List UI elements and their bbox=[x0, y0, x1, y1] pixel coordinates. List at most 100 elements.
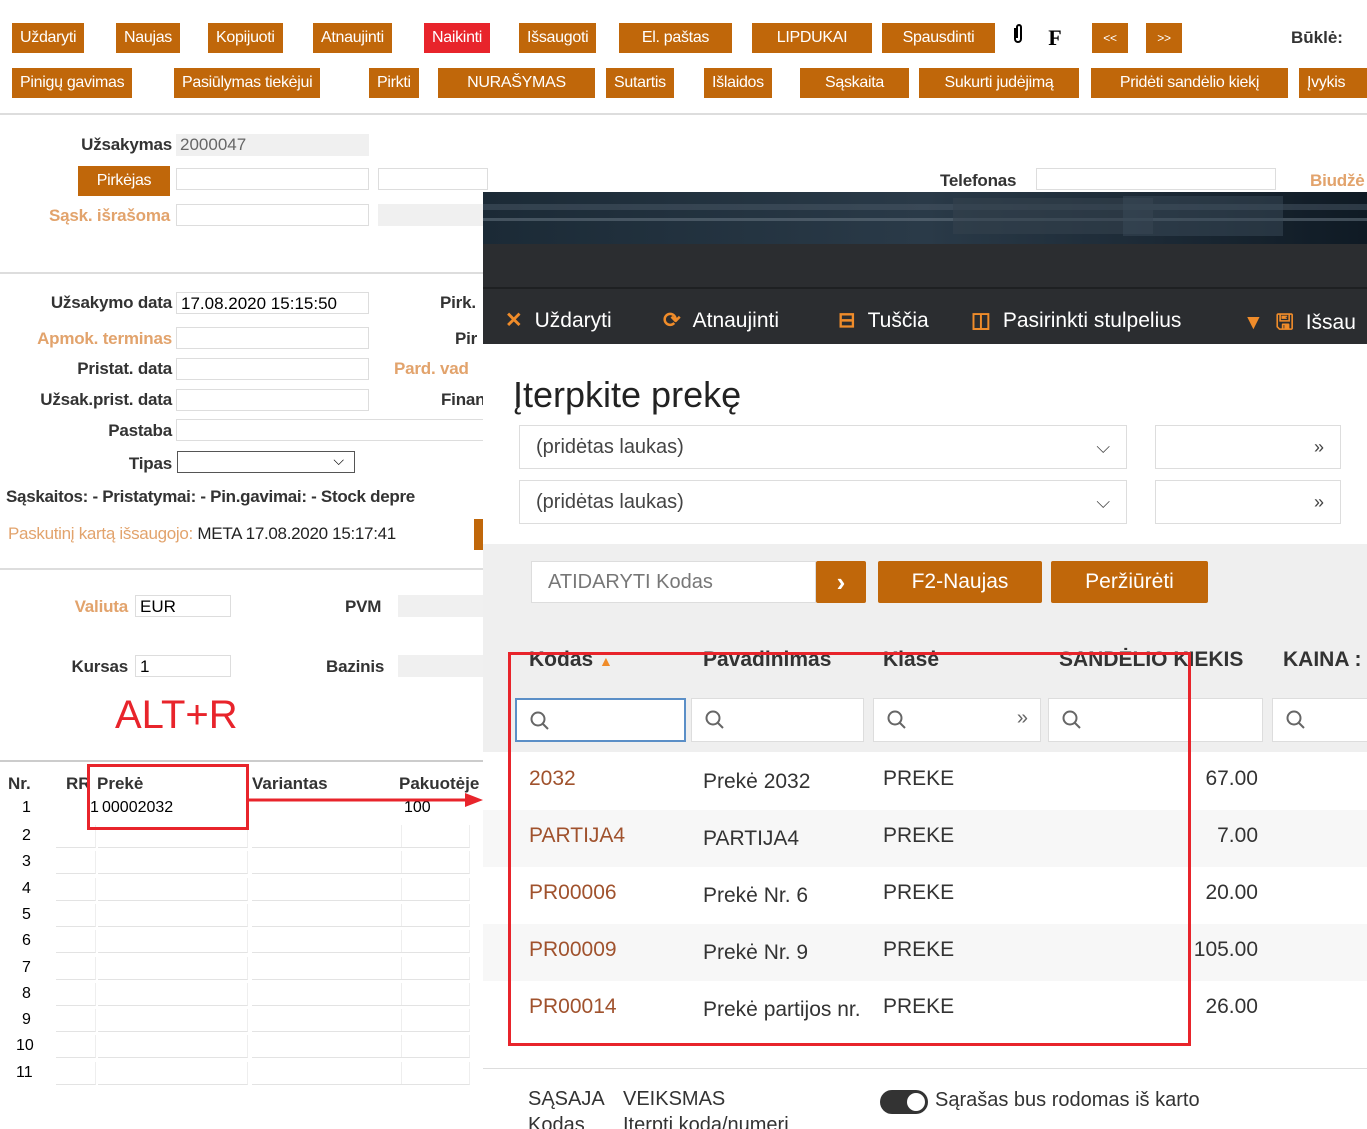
table-row[interactable]: 5 bbox=[6, 903, 470, 928]
grid-cell[interactable] bbox=[98, 903, 248, 927]
grid-cell[interactable] bbox=[400, 956, 470, 980]
file-icon[interactable]: F bbox=[1040, 23, 1070, 53]
order-delivery-date-input[interactable] bbox=[176, 389, 369, 411]
create-movement-button[interactable]: Sukurti judėjimą bbox=[919, 68, 1079, 98]
table-row[interactable]: 10 bbox=[6, 1035, 470, 1059]
rate-input[interactable]: 1 bbox=[135, 655, 231, 677]
grid-cell[interactable] bbox=[400, 982, 470, 1006]
type-select[interactable]: ⌵ bbox=[177, 451, 355, 473]
payment-terms-input[interactable] bbox=[176, 327, 369, 349]
copy-button[interactable]: Kopijuoti bbox=[208, 23, 283, 53]
grid-cell[interactable] bbox=[252, 851, 402, 875]
invoice-button[interactable]: Sąskaita bbox=[800, 68, 909, 98]
grid-cell[interactable] bbox=[252, 877, 402, 901]
paperclip-icon[interactable] bbox=[1003, 23, 1033, 53]
grid-cell[interactable] bbox=[252, 930, 402, 954]
grid-cell[interactable] bbox=[98, 982, 248, 1006]
buyer-name-input[interactable] bbox=[378, 168, 488, 190]
event-button[interactable]: Įvykis bbox=[1299, 68, 1367, 98]
grid-cell[interactable] bbox=[400, 851, 470, 875]
grid-cell[interactable] bbox=[400, 930, 470, 954]
edge-button[interactable] bbox=[474, 519, 483, 550]
added-field-select-2[interactable]: (pridėtas laukas) ⌵ bbox=[519, 480, 1127, 524]
grid-cell[interactable] bbox=[400, 1035, 470, 1059]
contract-button[interactable]: Sutartis bbox=[606, 68, 674, 98]
grid-cell[interactable] bbox=[56, 851, 96, 875]
email-button[interactable]: El. paštas bbox=[619, 23, 732, 53]
grid-cell[interactable] bbox=[56, 903, 96, 927]
grid-cell[interactable] bbox=[98, 1035, 248, 1059]
table-row[interactable]: 8 bbox=[6, 982, 470, 1007]
grid-cell[interactable] bbox=[56, 1061, 96, 1085]
f2-new-button[interactable]: F2-Naujas bbox=[878, 561, 1042, 603]
supplier-offer-button[interactable]: Pasiūlymas tiekėjui bbox=[174, 68, 321, 98]
grid-cell[interactable] bbox=[98, 851, 248, 875]
purchase-button[interactable]: Pirkti bbox=[369, 68, 419, 98]
grid-cell[interactable] bbox=[56, 1009, 96, 1033]
table-row[interactable]: 7 bbox=[6, 956, 470, 981]
next-button[interactable]: >> bbox=[1146, 23, 1182, 53]
grid-cell[interactable] bbox=[400, 1061, 470, 1085]
writeoff-button[interactable]: NURAŠYMAS bbox=[438, 68, 595, 98]
show-list-toggle[interactable] bbox=[880, 1090, 928, 1114]
grid-cell[interactable] bbox=[56, 956, 96, 980]
grid-cell[interactable] bbox=[98, 930, 248, 954]
table-row[interactable]: 3 bbox=[6, 851, 470, 875]
buyer-button[interactable]: Pirkėjas bbox=[78, 166, 170, 196]
added-field-input-2[interactable]: » bbox=[1155, 480, 1341, 524]
dialog-empty-button[interactable]: ⊟ Tuščia bbox=[838, 308, 929, 333]
phone-input[interactable] bbox=[1036, 168, 1276, 190]
grid-cell[interactable] bbox=[56, 1035, 96, 1059]
grid-cell[interactable] bbox=[400, 825, 470, 848]
grid-cell[interactable] bbox=[98, 956, 248, 980]
invoice-to-input[interactable] bbox=[176, 204, 369, 226]
added-field-input-1[interactable]: » bbox=[1155, 425, 1341, 469]
add-stock-button[interactable]: Pridėti sandėlio kiekį bbox=[1091, 68, 1288, 98]
grid-cell[interactable] bbox=[98, 877, 248, 901]
note-input[interactable] bbox=[176, 419, 486, 441]
grid-cell[interactable] bbox=[252, 956, 402, 980]
new-button[interactable]: Naujas bbox=[116, 23, 181, 53]
grid-cell[interactable] bbox=[56, 877, 96, 901]
dialog-close-button[interactable]: ✕ Uždaryti bbox=[505, 308, 612, 333]
expenses-button[interactable]: Išlaidos bbox=[704, 68, 772, 98]
currency-input[interactable]: EUR bbox=[135, 595, 231, 617]
grid-cell[interactable] bbox=[98, 1009, 248, 1033]
grid-cell[interactable] bbox=[400, 1009, 470, 1033]
grid-cell[interactable] bbox=[400, 903, 470, 927]
col-price[interactable]: KAINA : bbox=[1283, 648, 1362, 672]
table-row[interactable]: 4 bbox=[6, 877, 470, 902]
delivery-date-input[interactable] bbox=[176, 358, 369, 380]
table-row[interactable]: 6 bbox=[6, 930, 470, 954]
payment-receipt-button[interactable]: Pinigų gavimas bbox=[12, 68, 133, 98]
filter-price-input[interactable] bbox=[1272, 698, 1367, 742]
added-field-select-1[interactable]: (pridėtas laukas) ⌵ bbox=[519, 425, 1127, 469]
table-row[interactable]: 11 bbox=[6, 1061, 470, 1086]
buyer-code-input[interactable] bbox=[176, 168, 369, 190]
grid-cell[interactable] bbox=[252, 903, 402, 927]
table-row[interactable]: 9 bbox=[6, 1009, 470, 1033]
choose-columns-button[interactable]: ◫ Pasirinkti stulpelius bbox=[971, 308, 1181, 333]
grid-cell[interactable] bbox=[252, 1009, 402, 1033]
delete-button[interactable]: Naikinti bbox=[424, 23, 491, 53]
grid-cell[interactable] bbox=[252, 982, 402, 1006]
order-date-input[interactable]: 17.08.2020 15:15:50 bbox=[176, 292, 369, 314]
stickers-button[interactable]: LIPDUKAI bbox=[752, 23, 872, 53]
code-search-input[interactable]: ATIDARYTI Kodas bbox=[531, 561, 816, 603]
refresh-button[interactable]: Atnaujinti bbox=[313, 23, 392, 53]
grid-cell[interactable] bbox=[56, 982, 96, 1006]
print-button[interactable]: Spausdinti bbox=[882, 23, 995, 53]
grid-cell[interactable] bbox=[56, 930, 96, 954]
dialog-save-button[interactable]: ▼ 🖫 Išsau bbox=[1243, 308, 1356, 343]
grid-cell[interactable] bbox=[252, 1035, 402, 1059]
close-button[interactable]: Uždaryti bbox=[12, 23, 85, 53]
grid-cell[interactable] bbox=[400, 877, 470, 901]
save-button[interactable]: Išsaugoti bbox=[519, 23, 597, 53]
grid-cell[interactable] bbox=[98, 1061, 248, 1085]
grid-cell[interactable] bbox=[252, 1061, 402, 1085]
grid-cell[interactable] bbox=[252, 825, 402, 848]
dialog-refresh-button[interactable]: ⟳ Atnaujinti bbox=[663, 308, 779, 333]
previous-button[interactable]: << bbox=[1092, 23, 1128, 53]
preview-button[interactable]: Peržiūrėti bbox=[1051, 561, 1208, 603]
go-button[interactable]: › bbox=[816, 561, 866, 603]
